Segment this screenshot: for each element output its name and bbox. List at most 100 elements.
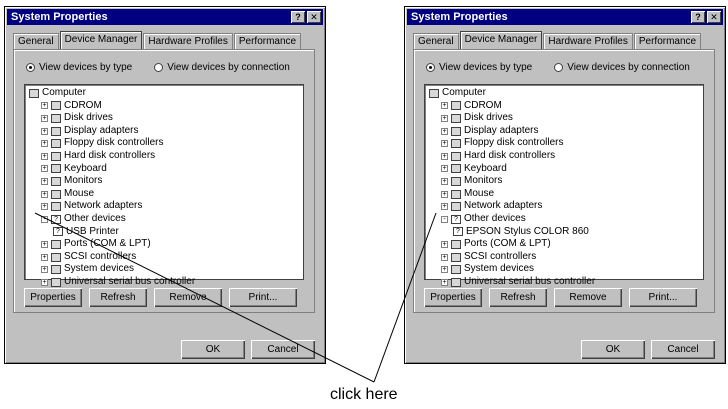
expand-icon[interactable]: + bbox=[441, 152, 448, 160]
expand-icon[interactable]: + bbox=[41, 278, 48, 286]
tree-item[interactable]: + Ports (COM & LPT) bbox=[25, 238, 303, 251]
tree-item[interactable]: + Mouse bbox=[425, 188, 703, 201]
tree-item[interactable]: + CDROM bbox=[425, 100, 703, 113]
tree-item[interactable]: + SCSI controllers bbox=[25, 251, 303, 264]
tree-item[interactable]: -? Other devices bbox=[25, 213, 303, 226]
tree-item-label: Network adapters bbox=[464, 200, 543, 212]
system-properties-window-left: System Properties ? ✕ General Device Man… bbox=[4, 6, 326, 364]
expand-icon[interactable]: + bbox=[441, 102, 448, 110]
tree-item[interactable]: + Network adapters bbox=[25, 200, 303, 213]
tree-item[interactable]: + Keyboard bbox=[425, 163, 703, 176]
expand-icon[interactable]: + bbox=[41, 240, 48, 248]
tree-item[interactable]: ? EPSON Stylus COLOR 860 bbox=[425, 226, 703, 239]
expand-icon[interactable]: + bbox=[41, 127, 48, 135]
tree-item[interactable]: + Disk drives bbox=[25, 112, 303, 125]
tree-item[interactable]: + Hard disk controllers bbox=[25, 150, 303, 163]
radio-view-by-type[interactable]: View devices by type bbox=[26, 62, 132, 73]
tree-item[interactable]: + Keyboard bbox=[25, 163, 303, 176]
ok-button[interactable]: OK bbox=[581, 340, 645, 359]
tab-device-manager[interactable]: Device Manager bbox=[459, 31, 543, 49]
close-button[interactable]: ✕ bbox=[307, 11, 321, 23]
tab-performance[interactable]: Performance bbox=[233, 33, 302, 49]
tree-item[interactable]: + Universal serial bus controller bbox=[425, 276, 703, 289]
tree-item-label: Display adapters bbox=[64, 124, 139, 136]
radio-view-by-connection[interactable]: View devices by connection bbox=[154, 62, 290, 73]
expand-icon[interactable]: + bbox=[441, 114, 448, 122]
ok-button[interactable]: OK bbox=[181, 340, 245, 359]
expand-icon[interactable]: + bbox=[41, 253, 48, 261]
help-button[interactable]: ? bbox=[291, 11, 305, 23]
cdrom-icon bbox=[51, 101, 61, 111]
tab-hardware-profiles[interactable]: Hardware Profiles bbox=[543, 33, 633, 49]
close-button[interactable]: ✕ bbox=[707, 11, 721, 23]
expand-icon[interactable]: + bbox=[41, 165, 48, 173]
print-button[interactable]: Print... bbox=[629, 288, 697, 307]
tree-item[interactable]: + System devices bbox=[425, 263, 703, 276]
tree-item[interactable]: + Monitors bbox=[425, 175, 703, 188]
expand-icon[interactable]: + bbox=[41, 177, 48, 185]
radio-view-by-type[interactable]: View devices by type bbox=[426, 62, 532, 73]
tree-item[interactable]: + Mouse bbox=[25, 188, 303, 201]
expand-icon[interactable]: + bbox=[41, 266, 48, 274]
tree-item[interactable]: + Ports (COM & LPT) bbox=[425, 238, 703, 251]
expand-icon[interactable]: + bbox=[441, 127, 448, 135]
tree-item[interactable]: Computer bbox=[25, 87, 303, 100]
device-tree[interactable]: Computer + CDROM + Disk drives + Display adapt… bbox=[24, 84, 304, 287]
device-tree[interactable]: Computer + CDROM + Disk drives + Display adapt… bbox=[424, 84, 704, 287]
tree-item[interactable]: + Universal serial bus controller bbox=[25, 276, 303, 289]
help-button[interactable]: ? bbox=[691, 11, 705, 23]
tree-item[interactable]: + SCSI controllers bbox=[425, 251, 703, 264]
expand-icon[interactable]: + bbox=[441, 177, 448, 185]
expand-icon[interactable]: + bbox=[441, 190, 448, 198]
tab-strip: General Device Manager Hardware Profiles… bbox=[413, 31, 702, 49]
expand-icon[interactable]: + bbox=[441, 140, 448, 148]
tree-item[interactable]: + Display adapters bbox=[425, 125, 703, 138]
tree-item[interactable]: + Hard disk controllers bbox=[425, 150, 703, 163]
remove-button[interactable]: Remove bbox=[554, 288, 622, 307]
mouse-icon bbox=[51, 189, 61, 199]
expand-icon[interactable]: + bbox=[41, 190, 48, 198]
expand-icon[interactable]: + bbox=[41, 114, 48, 122]
tab-performance[interactable]: Performance bbox=[633, 33, 702, 49]
tree-item[interactable]: + Network adapters bbox=[425, 200, 703, 213]
refresh-button[interactable]: Refresh bbox=[89, 288, 147, 307]
radio-view-by-connection[interactable]: View devices by connection bbox=[554, 62, 690, 73]
system-icon bbox=[451, 265, 461, 275]
system-properties-window-right: System Properties ? ✕ General Device Man… bbox=[404, 6, 726, 364]
expand-icon[interactable]: + bbox=[41, 140, 48, 148]
tree-item[interactable]: + Floppy disk controllers bbox=[425, 137, 703, 150]
expand-icon[interactable]: + bbox=[41, 102, 48, 110]
tree-item[interactable]: + Disk drives bbox=[425, 112, 703, 125]
expand-icon[interactable]: + bbox=[41, 152, 48, 160]
expand-icon[interactable]: + bbox=[441, 266, 448, 274]
print-button[interactable]: Print... bbox=[229, 288, 297, 307]
expand-icon[interactable]: + bbox=[441, 253, 448, 261]
tree-item[interactable]: -? Other devices bbox=[425, 213, 703, 226]
expand-icon[interactable]: + bbox=[441, 240, 448, 248]
expand-icon[interactable]: + bbox=[441, 203, 448, 211]
tab-hardware-profiles[interactable]: Hardware Profiles bbox=[143, 33, 233, 49]
tree-item[interactable]: + System devices bbox=[25, 263, 303, 276]
collapse-icon[interactable]: - bbox=[41, 215, 48, 223]
properties-button[interactable]: Properties bbox=[424, 288, 482, 307]
collapse-icon[interactable]: - bbox=[441, 215, 448, 223]
radio-label: View devices by connection bbox=[567, 62, 690, 73]
cancel-button[interactable]: Cancel bbox=[651, 340, 715, 359]
tab-general[interactable]: General bbox=[13, 33, 59, 49]
tree-item[interactable]: ? USB Printer bbox=[25, 226, 303, 239]
remove-button[interactable]: Remove bbox=[154, 288, 222, 307]
tree-item[interactable]: + Floppy disk controllers bbox=[25, 137, 303, 150]
properties-button[interactable]: Properties bbox=[24, 288, 82, 307]
expand-icon[interactable]: + bbox=[441, 278, 448, 286]
tree-item[interactable]: + Monitors bbox=[25, 175, 303, 188]
tree-item[interactable]: + Display adapters bbox=[25, 125, 303, 138]
tab-general[interactable]: General bbox=[413, 33, 459, 49]
expand-icon[interactable]: + bbox=[41, 203, 48, 211]
expand-icon[interactable]: + bbox=[441, 165, 448, 173]
computer-icon bbox=[429, 88, 439, 98]
refresh-button[interactable]: Refresh bbox=[489, 288, 547, 307]
tab-device-manager[interactable]: Device Manager bbox=[59, 31, 143, 49]
tree-item[interactable]: + CDROM bbox=[25, 100, 303, 113]
cancel-button[interactable]: Cancel bbox=[251, 340, 315, 359]
tree-item[interactable]: Computer bbox=[425, 87, 703, 100]
